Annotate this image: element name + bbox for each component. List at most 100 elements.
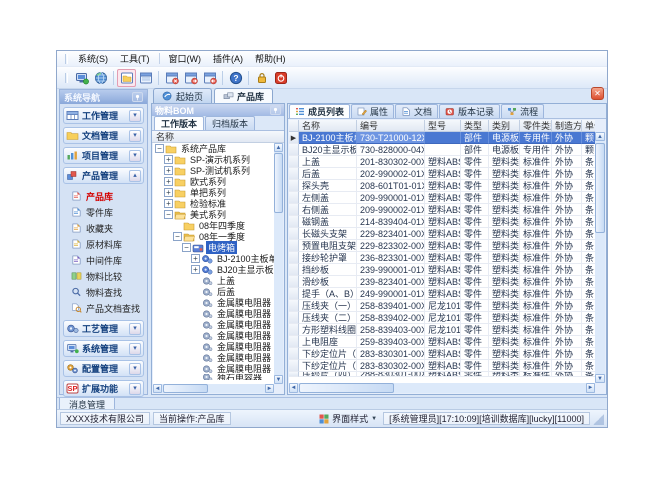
table-cell[interactable]: 283-830301-00X — [357, 348, 425, 360]
chevron-up-icon[interactable]: ▴ — [129, 170, 141, 182]
expand-icon[interactable]: + — [164, 177, 173, 186]
table-cell[interactable]: 标准件 — [520, 228, 552, 240]
grid-vertical-scrollbar[interactable]: ▲▼ — [595, 132, 605, 383]
table-cell[interactable]: 288-830301-00X — [357, 372, 425, 377]
table-cell[interactable]: 209-990001-01X — [357, 192, 425, 204]
tree-node[interactable]: +BJ20主显示板 — [153, 264, 274, 275]
table-cell[interactable]: 塑料类 — [489, 312, 520, 324]
expand-icon[interactable]: + — [164, 199, 173, 208]
table-cell[interactable]: 塑料ABS — [425, 360, 461, 372]
table-cell[interactable]: 零件 — [461, 324, 489, 336]
table-row[interactable]: 探头壳208-601T01-01X塑料ABS零件塑料类标准件外协条 — [289, 180, 595, 192]
table-cell[interactable]: 条 — [582, 324, 595, 336]
grid-column-header-类别[interactable]: 类别 — [489, 120, 520, 132]
table-cell[interactable]: 外协 — [552, 336, 582, 348]
sidebar-item-零件库[interactable]: 零件库 — [71, 204, 144, 220]
table-cell[interactable]: 塑料类 — [489, 372, 520, 377]
table-cell[interactable]: 标准件 — [520, 360, 552, 372]
table-cell[interactable]: 塑料ABS — [425, 264, 461, 276]
table-cell[interactable]: 外协 — [552, 264, 582, 276]
table-cell[interactable]: 外协 — [552, 204, 582, 216]
table-cell[interactable]: 塑料ABS — [425, 180, 461, 192]
table-cell[interactable]: 下纱定位片（右） — [299, 360, 357, 372]
table-cell[interactable]: 塑料ABS — [425, 204, 461, 216]
table-cell[interactable]: 塑料类 — [489, 264, 520, 276]
scroll-down-icon[interactable]: ▼ — [274, 375, 283, 384]
table-cell[interactable]: 零件 — [461, 252, 489, 264]
table-cell[interactable]: 条 — [582, 372, 595, 377]
table-cell[interactable]: 零件 — [461, 288, 489, 300]
sidebar-group-6[interactable]: 配置管理▾ — [63, 360, 144, 377]
table-cell[interactable]: 外协 — [552, 156, 582, 168]
table-cell[interactable]: BJ20主显示板 — [299, 144, 357, 156]
table-cell[interactable]: 条 — [582, 168, 595, 180]
table-cell[interactable]: 标准件 — [520, 216, 552, 228]
table-cell[interactable]: 零件 — [461, 372, 489, 377]
table-cell[interactable]: 214-839404-01X — [357, 216, 425, 228]
version-tab-归档版本[interactable]: 归档版本 — [205, 116, 255, 130]
doc-tab-起始页[interactable]: 起始页 — [153, 88, 212, 103]
table-cell[interactable]: 塑料类 — [489, 276, 520, 288]
scroll-up-icon[interactable]: ▲ — [274, 143, 283, 152]
table-cell[interactable]: BJ-2100主板单点 — [299, 132, 357, 144]
table-row[interactable]: 下纱定位片（左）283-830301-00X塑料ABS零件塑料类标准件外协条 — [289, 348, 595, 360]
table-row[interactable]: 提手（A、B）249-990001-01X塑料ABS零件塑料类标准件外协条 — [289, 288, 595, 300]
table-cell[interactable]: 零件 — [461, 300, 489, 312]
chevron-down-icon[interactable]: ▾ — [129, 343, 141, 355]
tree-node[interactable]: 独石电容器 — [153, 374, 274, 380]
menu-item-2[interactable]: 窗口(W) — [163, 51, 208, 66]
table-cell[interactable]: 尼龙1010 — [425, 300, 461, 312]
table-cell[interactable]: 塑料类 — [489, 204, 520, 216]
table-cell[interactable]: 专用件 — [520, 144, 552, 156]
table-cell[interactable]: 标准件 — [520, 180, 552, 192]
table-cell[interactable]: 标准件 — [520, 336, 552, 348]
toolbar-button-monitor[interactable] — [72, 69, 91, 87]
table-row[interactable]: 压线夹（一）258-839401-00X尼龙1010零件塑料类标准件外协条 — [289, 300, 595, 312]
scroll-right-icon[interactable]: ► — [265, 384, 274, 393]
collapse-icon[interactable]: − — [182, 243, 191, 252]
doc-tab-产品库[interactable]: 产品库 — [214, 88, 273, 103]
table-cell[interactable]: 上电阻座 — [299, 336, 357, 348]
table-cell[interactable]: 塑料类 — [489, 228, 520, 240]
chevron-down-icon[interactable]: ▾ — [129, 323, 141, 335]
table-cell[interactable]: 塑料ABS — [425, 216, 461, 228]
table-row[interactable]: 长磁头支架229-823401-00X塑料ABS零件塑料类标准件外协条 — [289, 228, 595, 240]
table-cell[interactable]: 长磁头支架 — [299, 228, 357, 240]
toolbar-button-window-grid[interactable] — [136, 69, 155, 87]
table-row[interactable]: 后盖202-990002-01X塑料ABS零件塑料类标准件外协条 — [289, 168, 595, 180]
table-row[interactable]: ▶BJ-2100主板单点730-T21000-12X部件电源板专用件外协颗 — [289, 132, 595, 144]
table-cell[interactable]: 条 — [582, 240, 595, 252]
version-tab-工作版本[interactable]: 工作版本 — [154, 116, 204, 130]
table-cell[interactable]: 零件 — [461, 180, 489, 192]
table-cell[interactable]: 239-823401-00X — [357, 276, 425, 288]
table-cell[interactable]: 塑料类 — [489, 348, 520, 360]
table-cell[interactable]: 730-828000-04X — [357, 144, 425, 156]
table-cell[interactable]: 尼龙1010 — [425, 312, 461, 324]
member-tab-成员列表[interactable]: 成员列表 — [289, 104, 350, 118]
table-cell[interactable]: 零件 — [461, 240, 489, 252]
table-cell[interactable]: 标准件 — [520, 300, 552, 312]
table-cell[interactable]: 塑料类 — [489, 240, 520, 252]
table-row[interactable]: 压纱片（四）288-830301-00X塑料ABS零件塑料类标准件外协条 — [289, 372, 595, 377]
sidebar-group-4[interactable]: 工艺管理▾ — [63, 320, 144, 337]
table-cell[interactable]: 外协 — [552, 252, 582, 264]
grid-horizontal-scrollbar[interactable]: ◄► — [289, 383, 595, 393]
table-cell[interactable]: 条 — [582, 192, 595, 204]
table-cell[interactable]: 塑料类 — [489, 288, 520, 300]
table-cell[interactable]: 条 — [582, 252, 595, 264]
member-tab-属性[interactable]: 属性 — [351, 104, 394, 118]
table-cell[interactable]: 塑料ABS — [425, 228, 461, 240]
table-cell[interactable]: 外协 — [552, 228, 582, 240]
scroll-up-icon[interactable]: ▲ — [595, 132, 605, 141]
pin-icon[interactable] — [270, 105, 281, 115]
table-cell[interactable]: 压线夹（一） — [299, 300, 357, 312]
table-cell[interactable]: 外协 — [552, 144, 582, 156]
toolbar-button-window-folder[interactable] — [117, 69, 136, 87]
expand-icon[interactable]: + — [164, 155, 173, 164]
table-cell[interactable]: 标准件 — [520, 312, 552, 324]
toolbar-button-globe[interactable] — [91, 69, 110, 87]
table-cell[interactable]: 条 — [582, 276, 595, 288]
table-cell[interactable]: 201-830302-00X — [357, 156, 425, 168]
table-cell[interactable]: 压线夹（二） — [299, 312, 357, 324]
table-cell[interactable]: 条 — [582, 156, 595, 168]
